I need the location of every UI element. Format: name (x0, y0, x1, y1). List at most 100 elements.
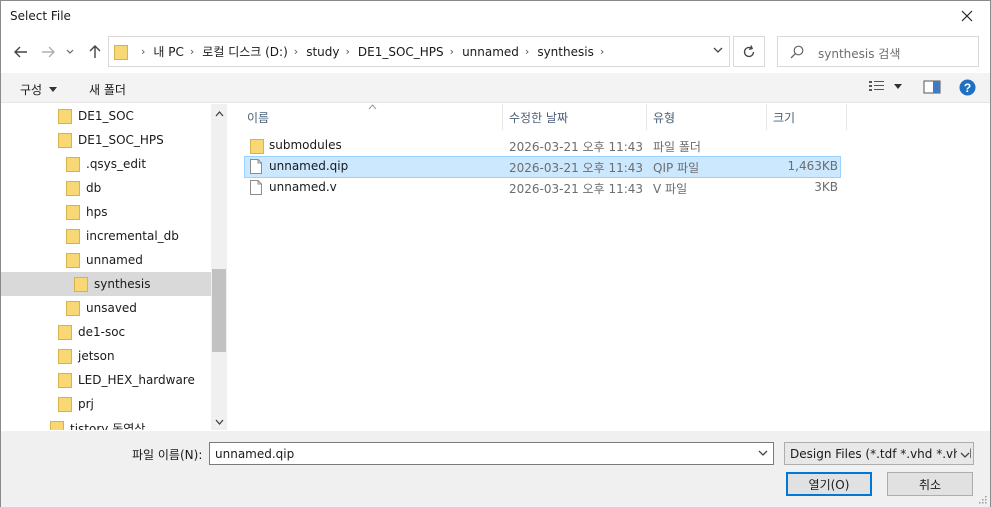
breadcrumb-item[interactable]: unnamed (462, 45, 519, 59)
preview-pane-icon (923, 80, 941, 94)
filename-input[interactable]: unnamed.qip (209, 442, 774, 465)
navigation-scrollbar[interactable] (211, 104, 227, 430)
chevron-right-icon[interactable]: › (294, 45, 298, 58)
breadcrumb-item[interactable]: 내 PC (153, 43, 183, 60)
nav-item[interactable]: hps (66, 200, 107, 224)
nav-item-label: de1-soc (78, 325, 126, 339)
nav-item-label: tistory 동영상 (70, 421, 146, 431)
breadcrumb-item[interactable]: DE1_SOC_HPS (358, 45, 444, 59)
open-button[interactable]: 열기(O) (786, 472, 872, 496)
nav-item[interactable]: de1-soc (58, 320, 125, 344)
nav-item-label: db (86, 181, 102, 195)
folder-icon (58, 133, 72, 148)
nav-item-label: LED_HEX_hardware (78, 373, 195, 387)
breadcrumb: › 내 PC › 로컬 디스크 (D:) › study › DE1_SOC_HPS › unna… (135, 37, 612, 66)
file-type: QIP 파일 (653, 161, 700, 175)
refresh-icon (743, 44, 755, 57)
window-title: Select File (10, 9, 71, 23)
nav-item[interactable]: tistory 동영상 (50, 416, 145, 430)
address-bar[interactable]: › 내 PC › 로컬 디스크 (D:) › study › DE1_SOC_HPS › unna… (108, 36, 730, 67)
nav-item-label: hps (86, 205, 108, 219)
recent-locations-button[interactable] (63, 41, 77, 63)
nav-item[interactable]: unsaved (66, 296, 137, 320)
cancel-label: 취소 (918, 477, 942, 492)
file-date: 2026-03-21 오후 11:43 (509, 182, 644, 196)
folder-icon (66, 301, 80, 316)
preview-pane-button[interactable] (923, 80, 941, 94)
organize-label: 구성 (20, 83, 43, 97)
file-name: submodules (269, 138, 342, 152)
column-header-type[interactable]: 유형 (647, 104, 766, 130)
nav-item[interactable]: jetson (58, 344, 115, 368)
scroll-up-arrow[interactable] (214, 109, 224, 119)
file-name: unnamed.v (269, 180, 337, 194)
select-file-dialog: Select File › 내 PC › 로컬 디스크 (D:) › study › DE1_… (0, 0, 991, 507)
refresh-button[interactable] (733, 36, 765, 67)
forward-arrow-icon (42, 46, 55, 58)
close-icon (961, 10, 973, 22)
breadcrumb-item[interactable]: study (306, 45, 339, 59)
cancel-button[interactable]: 취소 (887, 472, 973, 496)
new-folder-button[interactable]: 새 폴더 (89, 81, 126, 98)
help-icon: ? (959, 79, 976, 96)
file-type: 파일 폴더 (653, 140, 701, 154)
nav-item[interactable]: incremental_db (66, 224, 179, 248)
chevron-right-icon[interactable]: › (190, 45, 194, 58)
table-row[interactable]: submodules 2026-03-21 오후 11:43 파일 폴더 (244, 135, 841, 157)
dialog-footer: 파일 이름(N): unnamed.qip Design Files (*.td… (1, 431, 990, 507)
folder-icon (250, 139, 264, 154)
chevron-right-icon[interactable]: › (141, 45, 145, 58)
nav-item-label: incremental_db (86, 229, 179, 243)
folder-icon (114, 45, 128, 60)
folder-icon (66, 205, 80, 220)
resize-grip-icon[interactable] (977, 494, 987, 504)
file-list: 이름 수정한 날짜 유형 크기 submodules 2026-03-21 오후 … (227, 104, 990, 430)
column-header-name[interactable]: 이름 (241, 104, 502, 130)
forward-button[interactable] (37, 41, 59, 63)
column-header-date[interactable]: 수정한 날짜 (503, 104, 646, 130)
chevron-down-icon[interactable] (713, 46, 723, 54)
chevron-right-icon[interactable]: › (345, 45, 349, 58)
chevron-right-icon[interactable]: › (600, 45, 604, 58)
nav-item[interactable]: DE1_SOC_HPS (58, 128, 164, 152)
table-row[interactable]: unnamed.v 2026-03-21 오후 11:43 V 파일 3KB (244, 177, 841, 199)
file-date: 2026-03-21 오후 11:43 (509, 140, 644, 154)
organize-button[interactable]: 구성 (20, 81, 58, 98)
nav-item[interactable]: db (66, 176, 101, 200)
navigation-pane: DE1_SOC DE1_SOC_HPS .qsys_editdb hps increme… (1, 104, 227, 430)
scroll-down-arrow[interactable] (214, 417, 224, 427)
nav-item-label: DE1_SOC_HPS (78, 133, 164, 147)
view-options-button[interactable] (868, 79, 902, 93)
scroll-thumb[interactable] (212, 269, 226, 352)
column-divider[interactable] (846, 104, 847, 130)
nav-item[interactable]: prj (58, 392, 94, 416)
help-button[interactable]: ? (959, 79, 976, 96)
back-arrow-icon (14, 46, 27, 58)
folder-icon (58, 325, 72, 340)
nav-item[interactable]: DE1_SOC (58, 104, 134, 128)
filename-value: unnamed.qip (215, 447, 295, 461)
search-box[interactable]: synthesis 검색 (777, 36, 979, 67)
file-type-select[interactable]: Design Files (*.tdf *.vhd *.vhdl (784, 442, 974, 465)
chevron-right-icon[interactable]: › (450, 45, 454, 58)
chevron-down-icon (894, 83, 902, 89)
table-row[interactable]: unnamed.qip 2026-03-21 오후 11:43 QIP 파일 1,46… (244, 156, 841, 178)
folder-icon (58, 349, 72, 364)
back-button[interactable] (10, 41, 32, 63)
up-button[interactable] (84, 41, 106, 63)
chevron-down-icon[interactable] (758, 450, 768, 457)
folder-icon (74, 277, 88, 292)
nav-item[interactable]: .qsys_edit (66, 152, 146, 176)
column-header-size[interactable]: 크기 (767, 104, 846, 130)
nav-item[interactable]: LED_HEX_hardware (58, 368, 195, 392)
chevron-down-icon (49, 87, 58, 92)
folder-icon (50, 421, 64, 430)
close-button[interactable] (944, 1, 990, 31)
nav-item[interactable]: synthesis (74, 272, 151, 296)
breadcrumb-item[interactable]: 로컬 디스크 (D:) (202, 43, 287, 60)
breadcrumb-item[interactable]: synthesis (537, 45, 594, 59)
nav-item[interactable]: unnamed (66, 248, 143, 272)
folder-icon (58, 373, 72, 388)
title-bar: Select File (1, 1, 990, 31)
chevron-right-icon[interactable]: › (525, 45, 529, 58)
